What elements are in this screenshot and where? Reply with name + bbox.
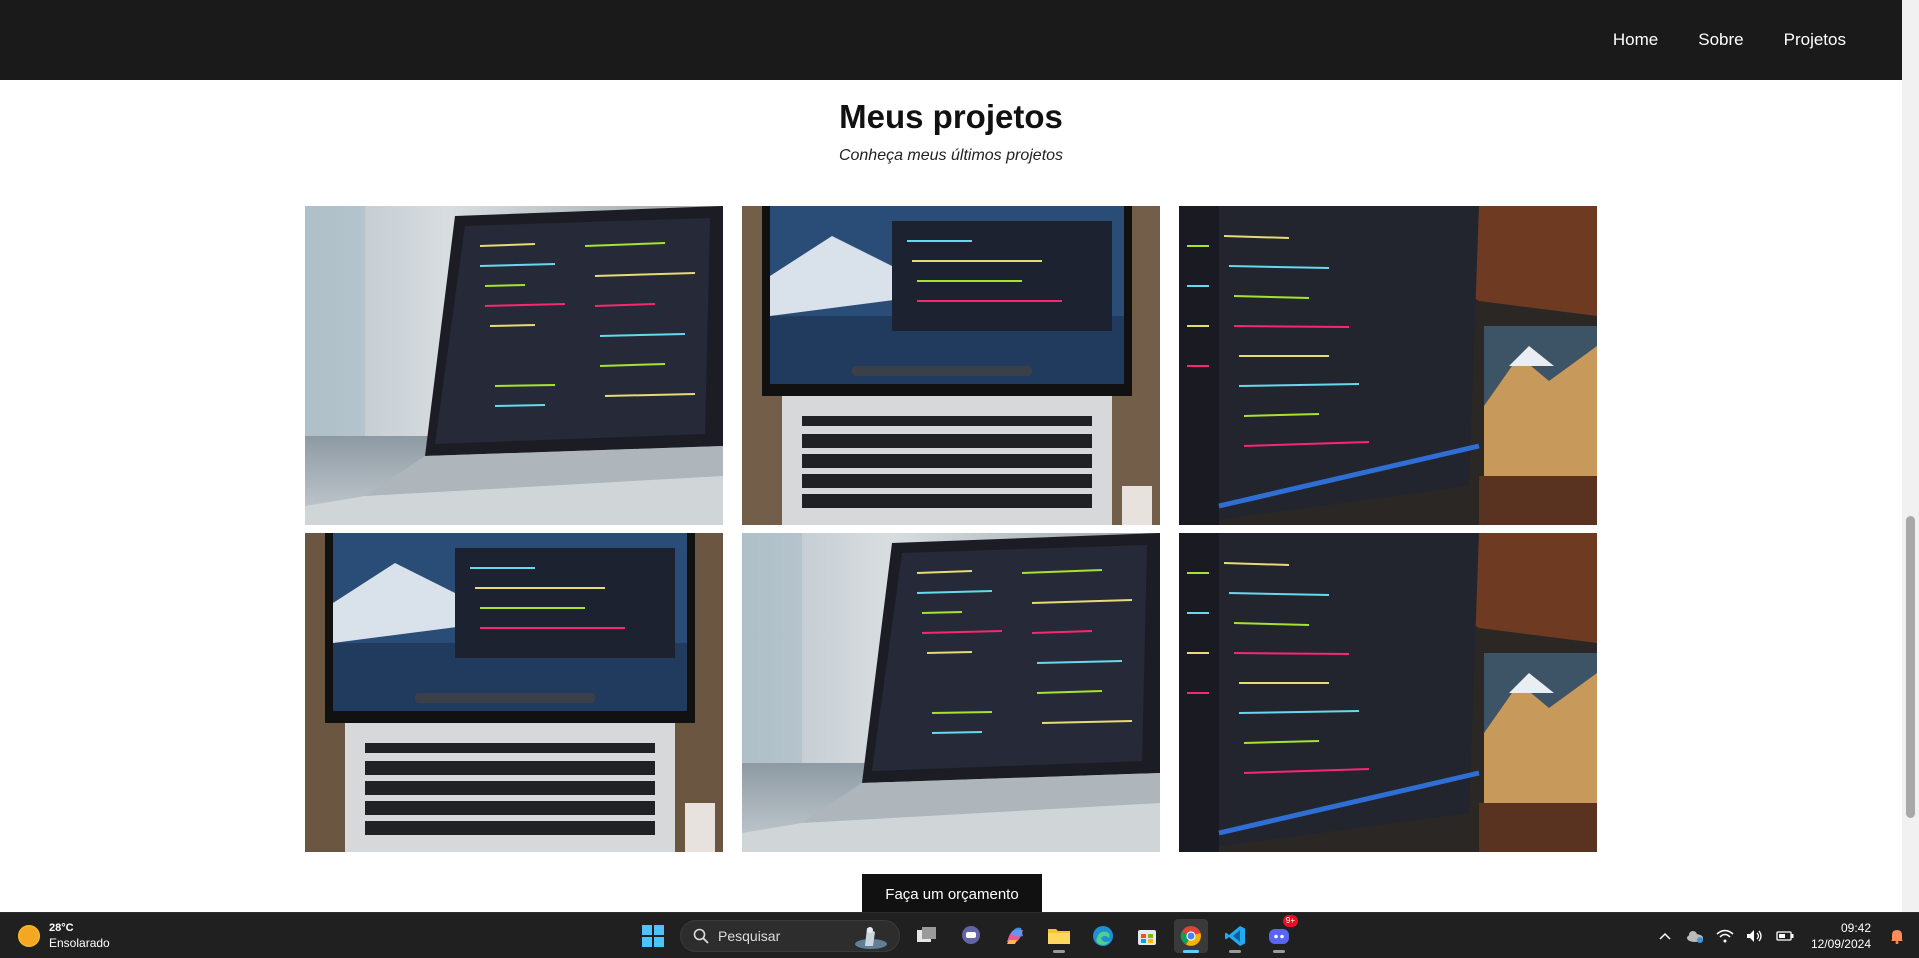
project-card[interactable]	[1179, 533, 1597, 852]
start-icon[interactable]	[636, 919, 670, 953]
nav-link-sobre[interactable]: Sobre	[1698, 30, 1743, 50]
discord-notification-badge: 9+	[1282, 915, 1298, 927]
task-view-icon[interactable]	[910, 919, 944, 953]
project-image-monitor-code	[1179, 533, 1597, 852]
nav-link-projetos[interactable]: Projetos	[1784, 30, 1846, 50]
onedrive-icon[interactable]	[1685, 926, 1705, 946]
search-highlight-icon	[855, 927, 887, 949]
project-image-laptop-keyboard	[305, 533, 723, 852]
discord-icon[interactable]: 9+	[1262, 915, 1298, 953]
project-image-laptop-code	[742, 533, 1160, 852]
chrome-icon[interactable]	[1174, 919, 1208, 953]
weather-temperature: 28°C	[49, 922, 74, 934]
chevron-up-icon[interactable]	[1655, 926, 1675, 946]
weather-condition: Ensolarado	[49, 936, 110, 950]
section-subtitle: Conheça meus últimos projetos	[838, 147, 1064, 164]
nav-links: Home Sobre Projetos	[1613, 0, 1846, 80]
taskbar-apps: Pesquisar 9+	[636, 915, 1298, 953]
vscode-icon[interactable]	[1218, 919, 1252, 953]
copilot-icon[interactable]	[998, 919, 1032, 953]
edge-icon[interactable]	[1086, 919, 1120, 953]
chat-icon[interactable]	[954, 919, 988, 953]
sun-icon	[18, 925, 40, 947]
section-title: Meus projetos	[839, 98, 1063, 135]
clock-time: 09:42	[1840, 921, 1871, 935]
project-image-laptop-keyboard	[742, 206, 1160, 525]
search-placeholder: Pesquisar	[718, 928, 781, 944]
request-quote-button[interactable]: Faça um orçamento	[862, 874, 1042, 914]
projects-grid	[305, 206, 1599, 852]
wifi-icon[interactable]	[1715, 926, 1735, 946]
weather-widget[interactable]: 28°C Ensolarado	[18, 921, 110, 951]
windows-taskbar: 28°C Ensolarado Pesquisar 9+ 09:42 12/09…	[0, 912, 1919, 958]
search-icon	[693, 928, 709, 944]
notification-bell-icon[interactable]	[1887, 926, 1907, 946]
project-card[interactable]	[742, 533, 1160, 852]
taskbar-search[interactable]: Pesquisar	[680, 920, 900, 952]
project-card[interactable]	[742, 206, 1160, 525]
system-clock[interactable]: 09:42 12/09/2024	[1811, 920, 1871, 952]
volume-icon[interactable]	[1745, 926, 1765, 946]
store-icon[interactable]	[1130, 919, 1164, 953]
browser-page: Home Sobre Projetos Meus projetos Conheç…	[0, 0, 1919, 958]
system-tray: 09:42 12/09/2024	[1655, 913, 1919, 958]
project-card[interactable]	[1179, 206, 1597, 525]
page-scrollbar[interactable]	[1902, 0, 1919, 912]
battery-icon[interactable]	[1775, 926, 1795, 946]
project-card[interactable]	[305, 533, 723, 852]
project-image-laptop-code	[305, 206, 723, 525]
clock-date: 12/09/2024	[1810, 937, 1871, 951]
project-image-monitor-code	[1179, 206, 1597, 525]
project-card[interactable]	[305, 206, 723, 525]
top-navbar: Home Sobre Projetos	[0, 0, 1902, 80]
scrollbar-thumb[interactable]	[1906, 516, 1915, 818]
file-explorer-icon[interactable]	[1042, 919, 1076, 953]
nav-link-home[interactable]: Home	[1613, 30, 1658, 50]
